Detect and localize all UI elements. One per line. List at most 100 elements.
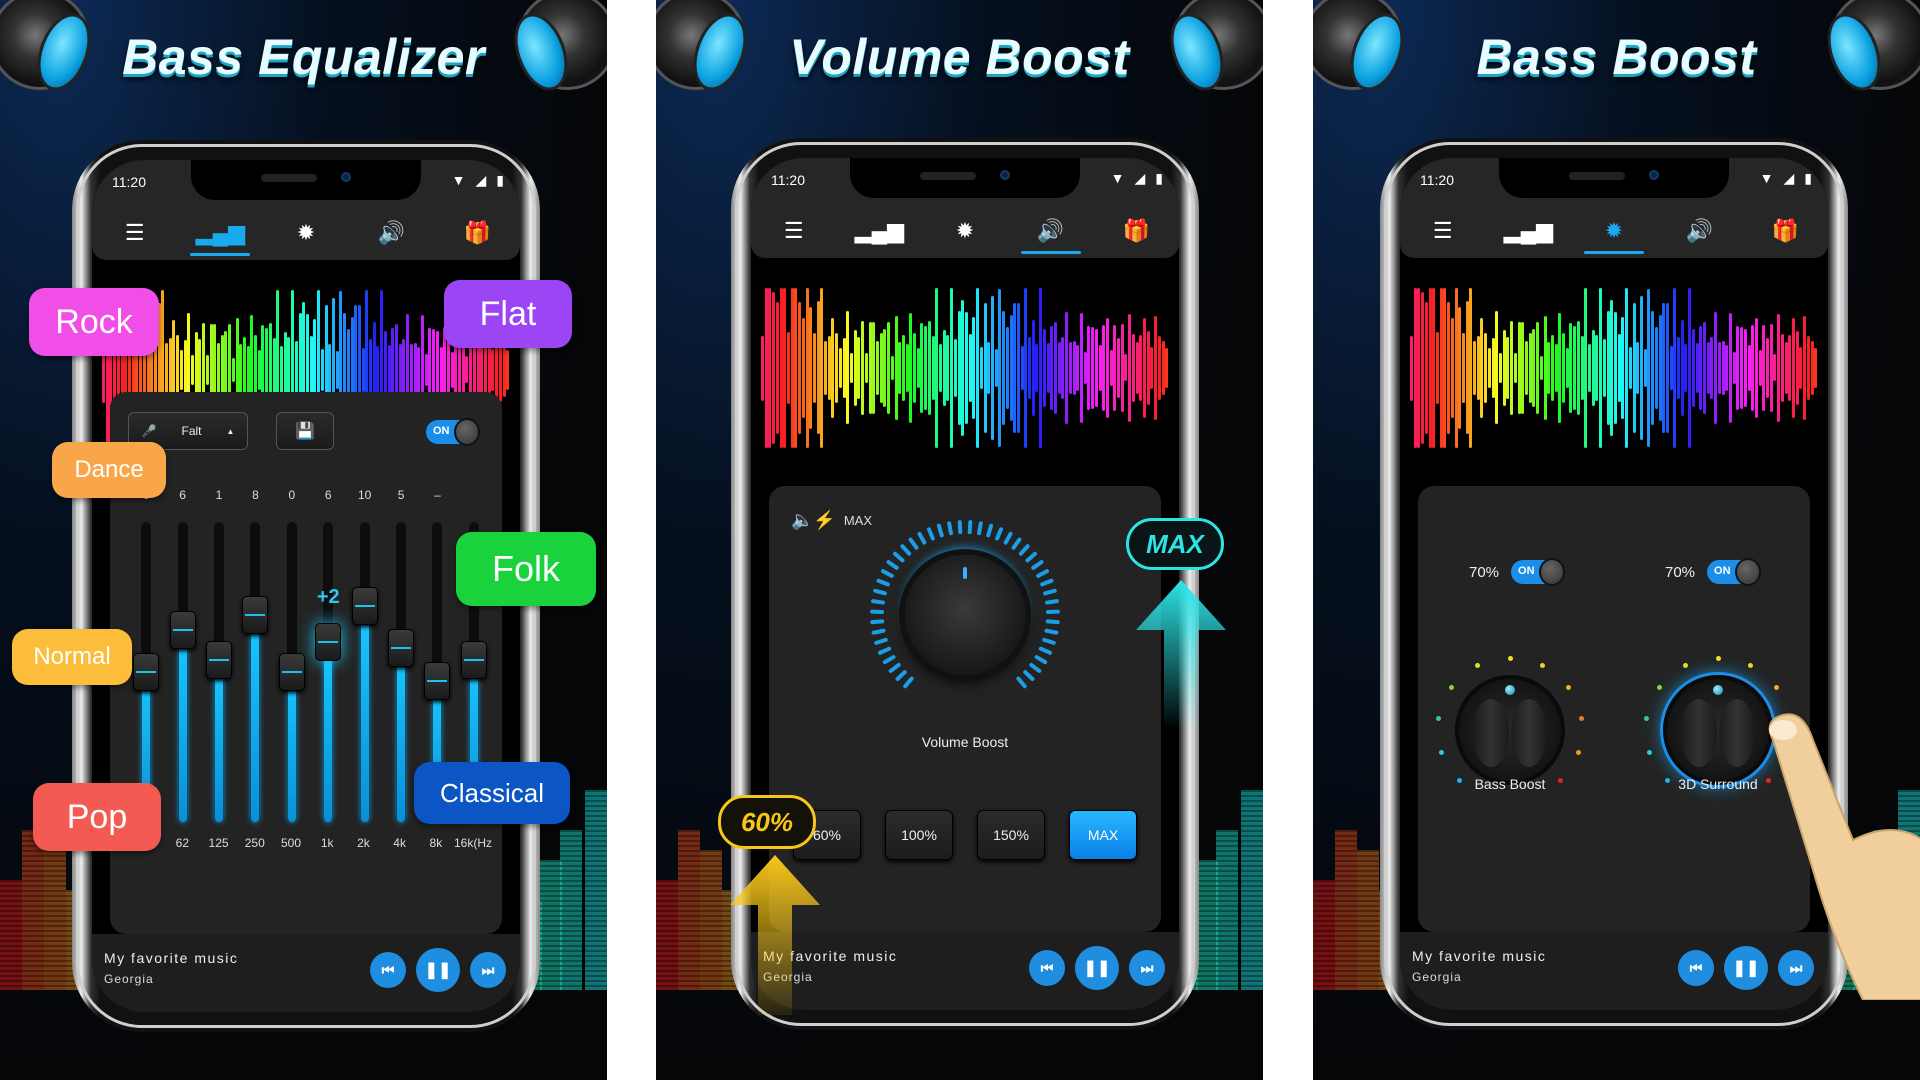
bass-boost-control: 70% ON: [1469, 558, 1566, 586]
band-slider[interactable]: +2: [310, 522, 346, 822]
tab-ad-gift[interactable]: 🎁: [1106, 208, 1166, 254]
tab-equalizer[interactable]: ▂▄▆: [1498, 208, 1558, 254]
pause-button[interactable]: ❚❚: [416, 948, 460, 992]
waveform-bar: [1465, 301, 1469, 435]
tab-equalizer[interactable]: ▂▄▆: [190, 210, 251, 256]
tab-ad-gift[interactable]: 🎁: [1755, 208, 1815, 254]
equalizer-icon: ▂▄▆: [854, 218, 905, 243]
bass-boost-label: Bass Boost: [1474, 776, 1546, 792]
next-button[interactable]: ⏭: [470, 952, 506, 988]
band-slider[interactable]: [201, 522, 237, 822]
waveform-bar: [1020, 345, 1024, 391]
notch: [191, 160, 421, 200]
band-slider[interactable]: [237, 522, 273, 822]
waveform-bar: [1146, 330, 1150, 406]
dial-level-dot: [1575, 749, 1581, 755]
volume-tick: [871, 628, 886, 635]
volume-knob-dial[interactable]: [869, 520, 1061, 710]
previous-button[interactable]: ⏮: [1678, 950, 1714, 986]
waveform-bar: [887, 321, 891, 415]
nav-tabs: ☰ ▂▄▆ ✹ 🔊 🎁: [751, 206, 1179, 256]
waveform-bar: [850, 352, 854, 384]
next-button[interactable]: ⏭: [1129, 950, 1165, 986]
tab-bass[interactable]: ✹: [935, 208, 995, 254]
surround-toggle[interactable]: ON: [1707, 558, 1762, 586]
bass-boost-knob[interactable]: [1455, 675, 1565, 785]
slider-fill: [215, 660, 224, 822]
status-icons: ▼ ◢ ▮: [1760, 170, 1812, 187]
headline: Volume Boost: [789, 29, 1130, 85]
bass-boost-toggle[interactable]: ON: [1511, 558, 1566, 586]
slider-thumb[interactable]: [315, 623, 342, 661]
signal-icon: ◢: [1783, 170, 1795, 186]
gift-ad-icon: 🎁: [463, 220, 491, 245]
tab-equalizer[interactable]: ▂▄▆: [849, 208, 909, 254]
waveform-bar: [1591, 329, 1595, 407]
band-slider[interactable]: [274, 522, 310, 822]
waveform-bar: [1751, 325, 1755, 411]
waveform-bar: [1072, 340, 1076, 396]
volume-tick: [870, 598, 886, 605]
slider-thumb[interactable]: [278, 653, 305, 691]
waveform-bar: [942, 329, 946, 407]
tab-ad-gift[interactable]: 🎁: [447, 210, 507, 256]
waveform-bar: [772, 292, 776, 444]
band-slider[interactable]: [164, 522, 200, 822]
dial-level-dot: [1565, 685, 1571, 691]
waveform-bar: [450, 351, 454, 389]
slider-thumb[interactable]: [206, 641, 233, 679]
tab-menu[interactable]: ☰: [764, 208, 824, 254]
waveform-bar: [1450, 318, 1454, 418]
pause-button[interactable]: ❚❚: [1075, 946, 1119, 990]
preset-tag-rock: Rock: [29, 288, 159, 356]
waveform-bar: [1703, 322, 1707, 414]
tab-bass[interactable]: ✹: [1583, 208, 1644, 254]
volume-card: 🔈⚡ MAX Volume Boost 60% 100% 150% MAX: [769, 486, 1161, 932]
tab-menu[interactable]: ☰: [105, 210, 165, 256]
previous-button[interactable]: ⏮: [370, 952, 406, 988]
previous-button[interactable]: ⏮: [1029, 950, 1065, 986]
bass-card: 70% ON 70% ON Bass Boost 3D Surround: [1418, 486, 1810, 932]
save-preset-button[interactable]: 💾: [276, 412, 334, 450]
bass-equalizer-panel: Bass Equalizer 11:20 ▼ ◢ ▮ ☰ ▂▄▆ ✹ 🔊 🎁 🎤…: [0, 0, 607, 1080]
waveform-bar: [879, 332, 883, 404]
slider-thumb[interactable]: [351, 587, 378, 625]
slider-thumb[interactable]: [242, 596, 269, 634]
waveform-bar: [842, 337, 846, 399]
preset-150-button[interactable]: 150%: [977, 810, 1045, 860]
tab-bass[interactable]: ✹: [276, 210, 336, 256]
band-value: –: [434, 488, 441, 502]
preset-max-button[interactable]: MAX: [1069, 810, 1137, 860]
waveform-bar: [1487, 347, 1491, 389]
tab-volume[interactable]: 🔊: [362, 210, 422, 256]
preset-tag-classical: Classical: [414, 762, 570, 824]
battery-icon: ▮: [496, 172, 504, 188]
volume-knob[interactable]: [905, 555, 1025, 675]
preset-100-button[interactable]: 100%: [885, 810, 953, 860]
preset-tag-normal: Normal: [12, 629, 132, 685]
band-value: 6: [179, 488, 186, 502]
volume-mode: 🔈⚡ MAX: [791, 510, 872, 530]
band-slider[interactable]: [346, 522, 382, 822]
band-value: 1: [215, 488, 223, 502]
waveform-bar: [1673, 288, 1677, 448]
wifi-icon: ▼: [1110, 170, 1125, 186]
slider-thumb[interactable]: [133, 653, 160, 691]
waveform-bar: [361, 347, 365, 393]
slider-thumb[interactable]: [460, 641, 487, 679]
waveform-bar: [1532, 329, 1536, 407]
slider-thumb[interactable]: [388, 629, 415, 667]
band-slider[interactable]: [128, 522, 164, 822]
tab-volume[interactable]: 🔊: [1020, 208, 1081, 254]
waveform-bar: [1728, 313, 1732, 423]
slider-thumb[interactable]: [424, 662, 451, 700]
caret-up-icon: ▲: [226, 426, 235, 436]
mini-player: My favorite music Georgia ⏮ ❚❚ ⏭: [92, 934, 520, 1012]
tab-menu[interactable]: ☰: [1413, 208, 1473, 254]
waveform-bar: [231, 357, 235, 382]
slider-fill: [287, 672, 296, 822]
tab-volume[interactable]: 🔊: [1670, 208, 1730, 254]
slider-thumb[interactable]: [169, 611, 196, 649]
equalizer-toggle[interactable]: ON: [426, 418, 480, 446]
waveform-bar: [861, 321, 865, 415]
